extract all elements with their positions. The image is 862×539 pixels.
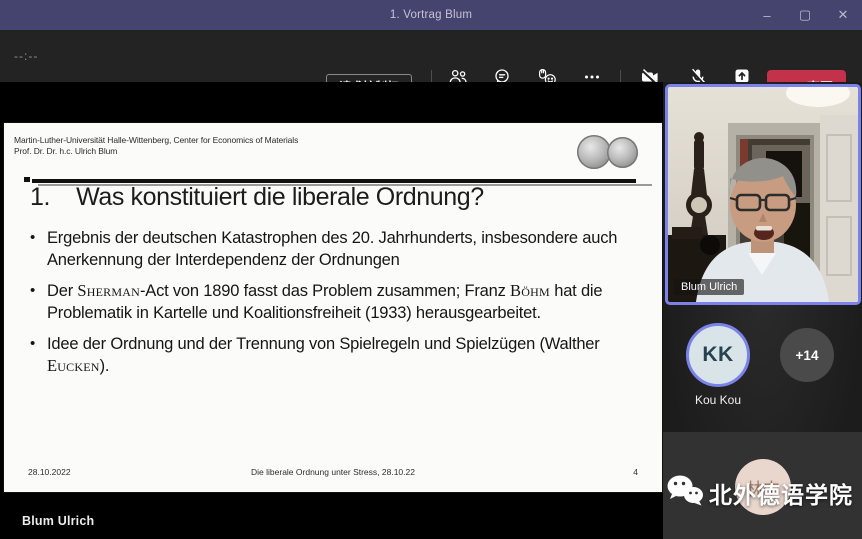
meeting-main-area: Martin-Luther-Universität Halle-Wittenbe… <box>0 82 862 539</box>
meeting-timer: --:-- <box>14 49 38 63</box>
watermark-text: 北外德语学院 <box>709 476 853 510</box>
slide-title-number: 1. <box>30 183 50 212</box>
shared-screen-stage: Martin-Luther-Universität Halle-Wittenbe… <box>0 82 663 539</box>
slide-title: 1. Was konstituiert die liberale Ordnung… <box>30 183 484 212</box>
bullet-item: • Ergebnis der deutschen Katastrophen de… <box>30 227 642 271</box>
slide-footer: 28.10.2022 Die liberale Ordnung unter St… <box>4 467 662 477</box>
university-seals <box>577 135 638 169</box>
seal-icon <box>607 137 638 168</box>
watermark: 北外德语学院 <box>666 474 853 511</box>
bullet-marker: • <box>30 280 47 324</box>
header-rule-thick <box>32 179 636 183</box>
bullet-text: Ergebnis der deutschen Katastrophen des … <box>47 227 642 271</box>
slide-header: Martin-Luther-Universität Halle-Wittenbe… <box>14 135 652 157</box>
slide-header-line2: Prof. Dr. Dr. h.c. Ulrich Blum <box>14 146 652 157</box>
slide-page-number: 4 <box>633 467 638 477</box>
bullet-item: • Idee der Ordnung und der Trennung von … <box>30 333 642 377</box>
bullet-text: Der Sherman-Act von 1890 fasst das Probl… <box>47 280 642 324</box>
speaker-video-tile[interactable]: Blum Ulrich <box>665 84 861 305</box>
participant-avatar-kou-kou[interactable]: KK <box>686 323 750 387</box>
slide-footer-date: 28.10.2022 <box>28 467 71 477</box>
presenter-name-label: Blum Ulrich <box>22 514 94 528</box>
bullet-item: • Der Sherman-Act von 1890 fasst das Pro… <box>30 280 642 324</box>
slide-footer-title: Die liberale Ordnung unter Stress, 28.10… <box>4 467 662 477</box>
presentation-slide: Martin-Luther-Universität Halle-Wittenbe… <box>4 123 662 492</box>
window-title: 1. Vortrag Blum <box>390 9 472 21</box>
header-rule-square <box>24 177 30 182</box>
overflow-participants-badge[interactable]: +14 <box>780 328 834 382</box>
slide-header-line1: Martin-Luther-Universität Halle-Wittenbe… <box>14 135 652 146</box>
bullet-text: Idee der Ordnung und der Trennung von Sp… <box>47 333 642 377</box>
avatar-initials: KK <box>702 343 733 367</box>
window-controls: – ▢ ✕ <box>748 0 862 30</box>
speaker-name-badge: Blum Ulrich <box>674 279 744 295</box>
window-titlebar: 1. Vortrag Blum – ▢ ✕ <box>0 0 862 30</box>
maximize-button[interactable]: ▢ <box>786 0 824 30</box>
seal-icon <box>577 135 611 169</box>
participant-name-label: Kou Kou <box>663 393 773 407</box>
slide-title-text: Was konstituiert die liberale Ordnung? <box>76 183 484 212</box>
minimize-button[interactable]: – <box>748 0 786 30</box>
speaker-video-scene <box>668 87 858 302</box>
close-button[interactable]: ✕ <box>824 0 862 30</box>
bullet-marker: • <box>30 333 47 377</box>
participants-panel: Blum Ulrich KK Kou Kou +14 林中 <box>663 82 862 539</box>
teams-meeting-window: 1. Vortrag Blum – ▢ ✕ --:-- 请求控制权 人员 <box>0 0 862 539</box>
bullet-marker: • <box>30 227 47 271</box>
meeting-toolbar: --:-- 请求控制权 人员 聊天 <box>0 30 862 82</box>
wechat-icon <box>666 474 704 511</box>
slide-bullets: • Ergebnis der deutschen Katastrophen de… <box>30 227 642 386</box>
